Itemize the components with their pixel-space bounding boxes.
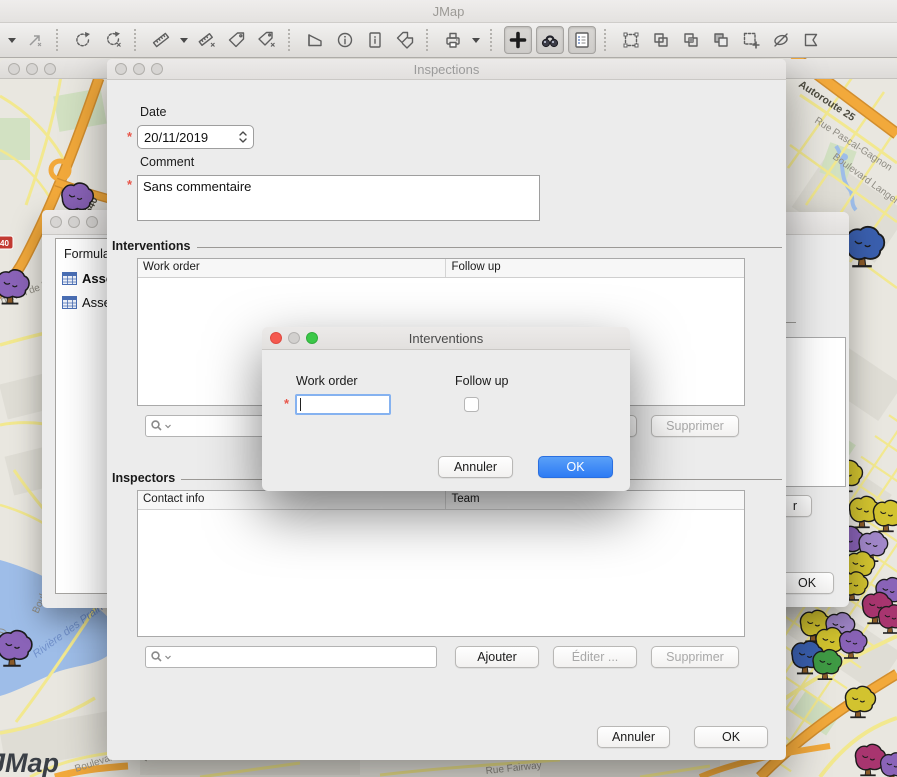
modal-titlebar[interactable]: Interventions: [262, 327, 630, 350]
interventions-table-header[interactable]: Work order Follow up: [138, 259, 744, 278]
interventions-delete-button[interactable]: Supprimer: [651, 415, 739, 437]
column-header[interactable]: Follow up: [445, 259, 744, 277]
minimize-icon[interactable]: [26, 63, 38, 75]
forms-tab-label[interactable]: Formula: [64, 247, 110, 261]
follow-up-label: Follow up: [455, 374, 509, 388]
inspectors-add-button[interactable]: Ajouter: [455, 646, 539, 668]
main-toolbar: [0, 23, 897, 58]
required-asterisk: *: [284, 396, 289, 411]
toolbar-divider: [56, 29, 62, 51]
select-none-icon[interactable]: [22, 27, 48, 53]
work-order-label: Work order: [296, 374, 358, 388]
app-titlebar[interactable]: JMap: [0, 0, 897, 23]
inspections-titlebar[interactable]: Inspections: [107, 59, 786, 80]
ruler-clear-icon[interactable]: [194, 27, 220, 53]
shape-intersect-icon[interactable]: [678, 27, 704, 53]
caret-down-icon[interactable]: [6, 27, 18, 53]
svg-text:40: 40: [0, 239, 9, 248]
minimize-icon[interactable]: [288, 332, 300, 344]
modal-title: Interventions: [409, 331, 483, 346]
inspections-traffic-lights: [115, 63, 163, 75]
shape-notch-icon[interactable]: [798, 27, 824, 53]
close-icon[interactable]: [8, 63, 20, 75]
form-list-item[interactable]: Asse: [62, 295, 111, 310]
toolbar-divider: [490, 29, 496, 51]
search-icon: [150, 650, 164, 664]
app-title: JMap: [433, 4, 465, 19]
comment-label: Comment: [140, 155, 194, 169]
search-icon: [150, 419, 164, 433]
toolbar-divider: [426, 29, 432, 51]
caret-down-icon[interactable]: [178, 27, 190, 53]
profile-icon[interactable]: [302, 27, 328, 53]
rotate-ccw-icon[interactable]: [70, 27, 96, 53]
inspectors-table[interactable]: Contact info Team: [137, 490, 745, 637]
zoom-icon[interactable]: [44, 63, 56, 75]
text-caret: [300, 398, 301, 411]
interventions-group: Interventions: [112, 239, 782, 253]
form-list-item[interactable]: Asse: [62, 271, 113, 286]
minimize-icon[interactable]: [133, 63, 145, 75]
close-icon[interactable]: [270, 332, 282, 344]
inspectors-edit-button[interactable]: Éditer ...: [553, 646, 637, 668]
tag-clear-icon[interactable]: [254, 27, 280, 53]
inspectors-delete-button[interactable]: Supprimer: [651, 646, 739, 668]
minimize-icon[interactable]: [68, 216, 80, 228]
jmap-logo: JMap: [0, 748, 59, 777]
inspectors-search-input[interactable]: [145, 646, 437, 668]
print-icon[interactable]: [440, 27, 466, 53]
shape-exclude-icon[interactable]: [768, 27, 794, 53]
zoom-icon[interactable]: [151, 63, 163, 75]
interventions-modal[interactable]: Interventions Work order * Follow up Ann…: [262, 327, 630, 491]
dialog-title: Inspections: [414, 62, 480, 77]
toolbar-divider: [288, 29, 294, 51]
info-circle-icon[interactable]: [332, 27, 358, 53]
date-field[interactable]: 20/11/2019: [137, 125, 254, 149]
background-ok-button[interactable]: OK: [780, 572, 834, 594]
close-icon[interactable]: [50, 216, 62, 228]
ruler-icon[interactable]: [148, 27, 174, 53]
list-view-icon[interactable]: [568, 26, 596, 54]
modal-traffic-lights: [270, 332, 318, 344]
column-header[interactable]: Work order: [138, 259, 445, 277]
map-window-traffic-lights: [8, 63, 56, 75]
shape-union-icon[interactable]: [648, 27, 674, 53]
add-inspection-icon[interactable]: [504, 26, 532, 54]
chevron-down-icon: [164, 422, 172, 430]
work-order-input[interactable]: [295, 394, 391, 415]
toolbar-divider: [604, 29, 610, 51]
form-table-icon: [62, 272, 77, 285]
date-label: Date: [140, 105, 166, 119]
info-document-icon[interactable]: [362, 27, 388, 53]
close-icon[interactable]: [115, 63, 127, 75]
zoom-icon[interactable]: [86, 216, 98, 228]
ok-button[interactable]: OK: [538, 456, 613, 478]
search-binoculars-icon[interactable]: [536, 26, 564, 54]
caret-down-icon[interactable]: [470, 27, 482, 53]
forms-window-traffic-lights: [50, 216, 98, 228]
required-asterisk: *: [127, 129, 132, 144]
tree-marker[interactable]: [881, 753, 897, 777]
zoom-icon[interactable]: [306, 332, 318, 344]
form-table-icon: [62, 296, 77, 309]
required-asterisk: *: [127, 177, 132, 192]
comment-textarea[interactable]: Sans commentaire: [137, 175, 540, 221]
select-rect-icon[interactable]: [618, 27, 644, 53]
route-shield: 40: [0, 236, 13, 249]
chevron-down-icon: [164, 653, 172, 661]
tags-icon[interactable]: [392, 27, 418, 53]
cancel-button[interactable]: Annuler: [597, 726, 670, 748]
cancel-button[interactable]: Annuler: [438, 456, 513, 478]
inspectors-table-header[interactable]: Contact info Team: [138, 491, 744, 510]
follow-up-checkbox[interactable]: [464, 397, 479, 412]
toolbar-divider: [134, 29, 140, 51]
column-header[interactable]: Team: [445, 491, 744, 509]
rotate-clear-icon[interactable]: [100, 27, 126, 53]
tag-icon[interactable]: [224, 27, 250, 53]
select-add-icon[interactable]: [738, 27, 764, 53]
ok-button[interactable]: OK: [694, 726, 768, 748]
column-header[interactable]: Contact info: [138, 491, 445, 509]
shape-subtract-icon[interactable]: [708, 27, 734, 53]
stepper-icon[interactable]: [237, 129, 249, 145]
